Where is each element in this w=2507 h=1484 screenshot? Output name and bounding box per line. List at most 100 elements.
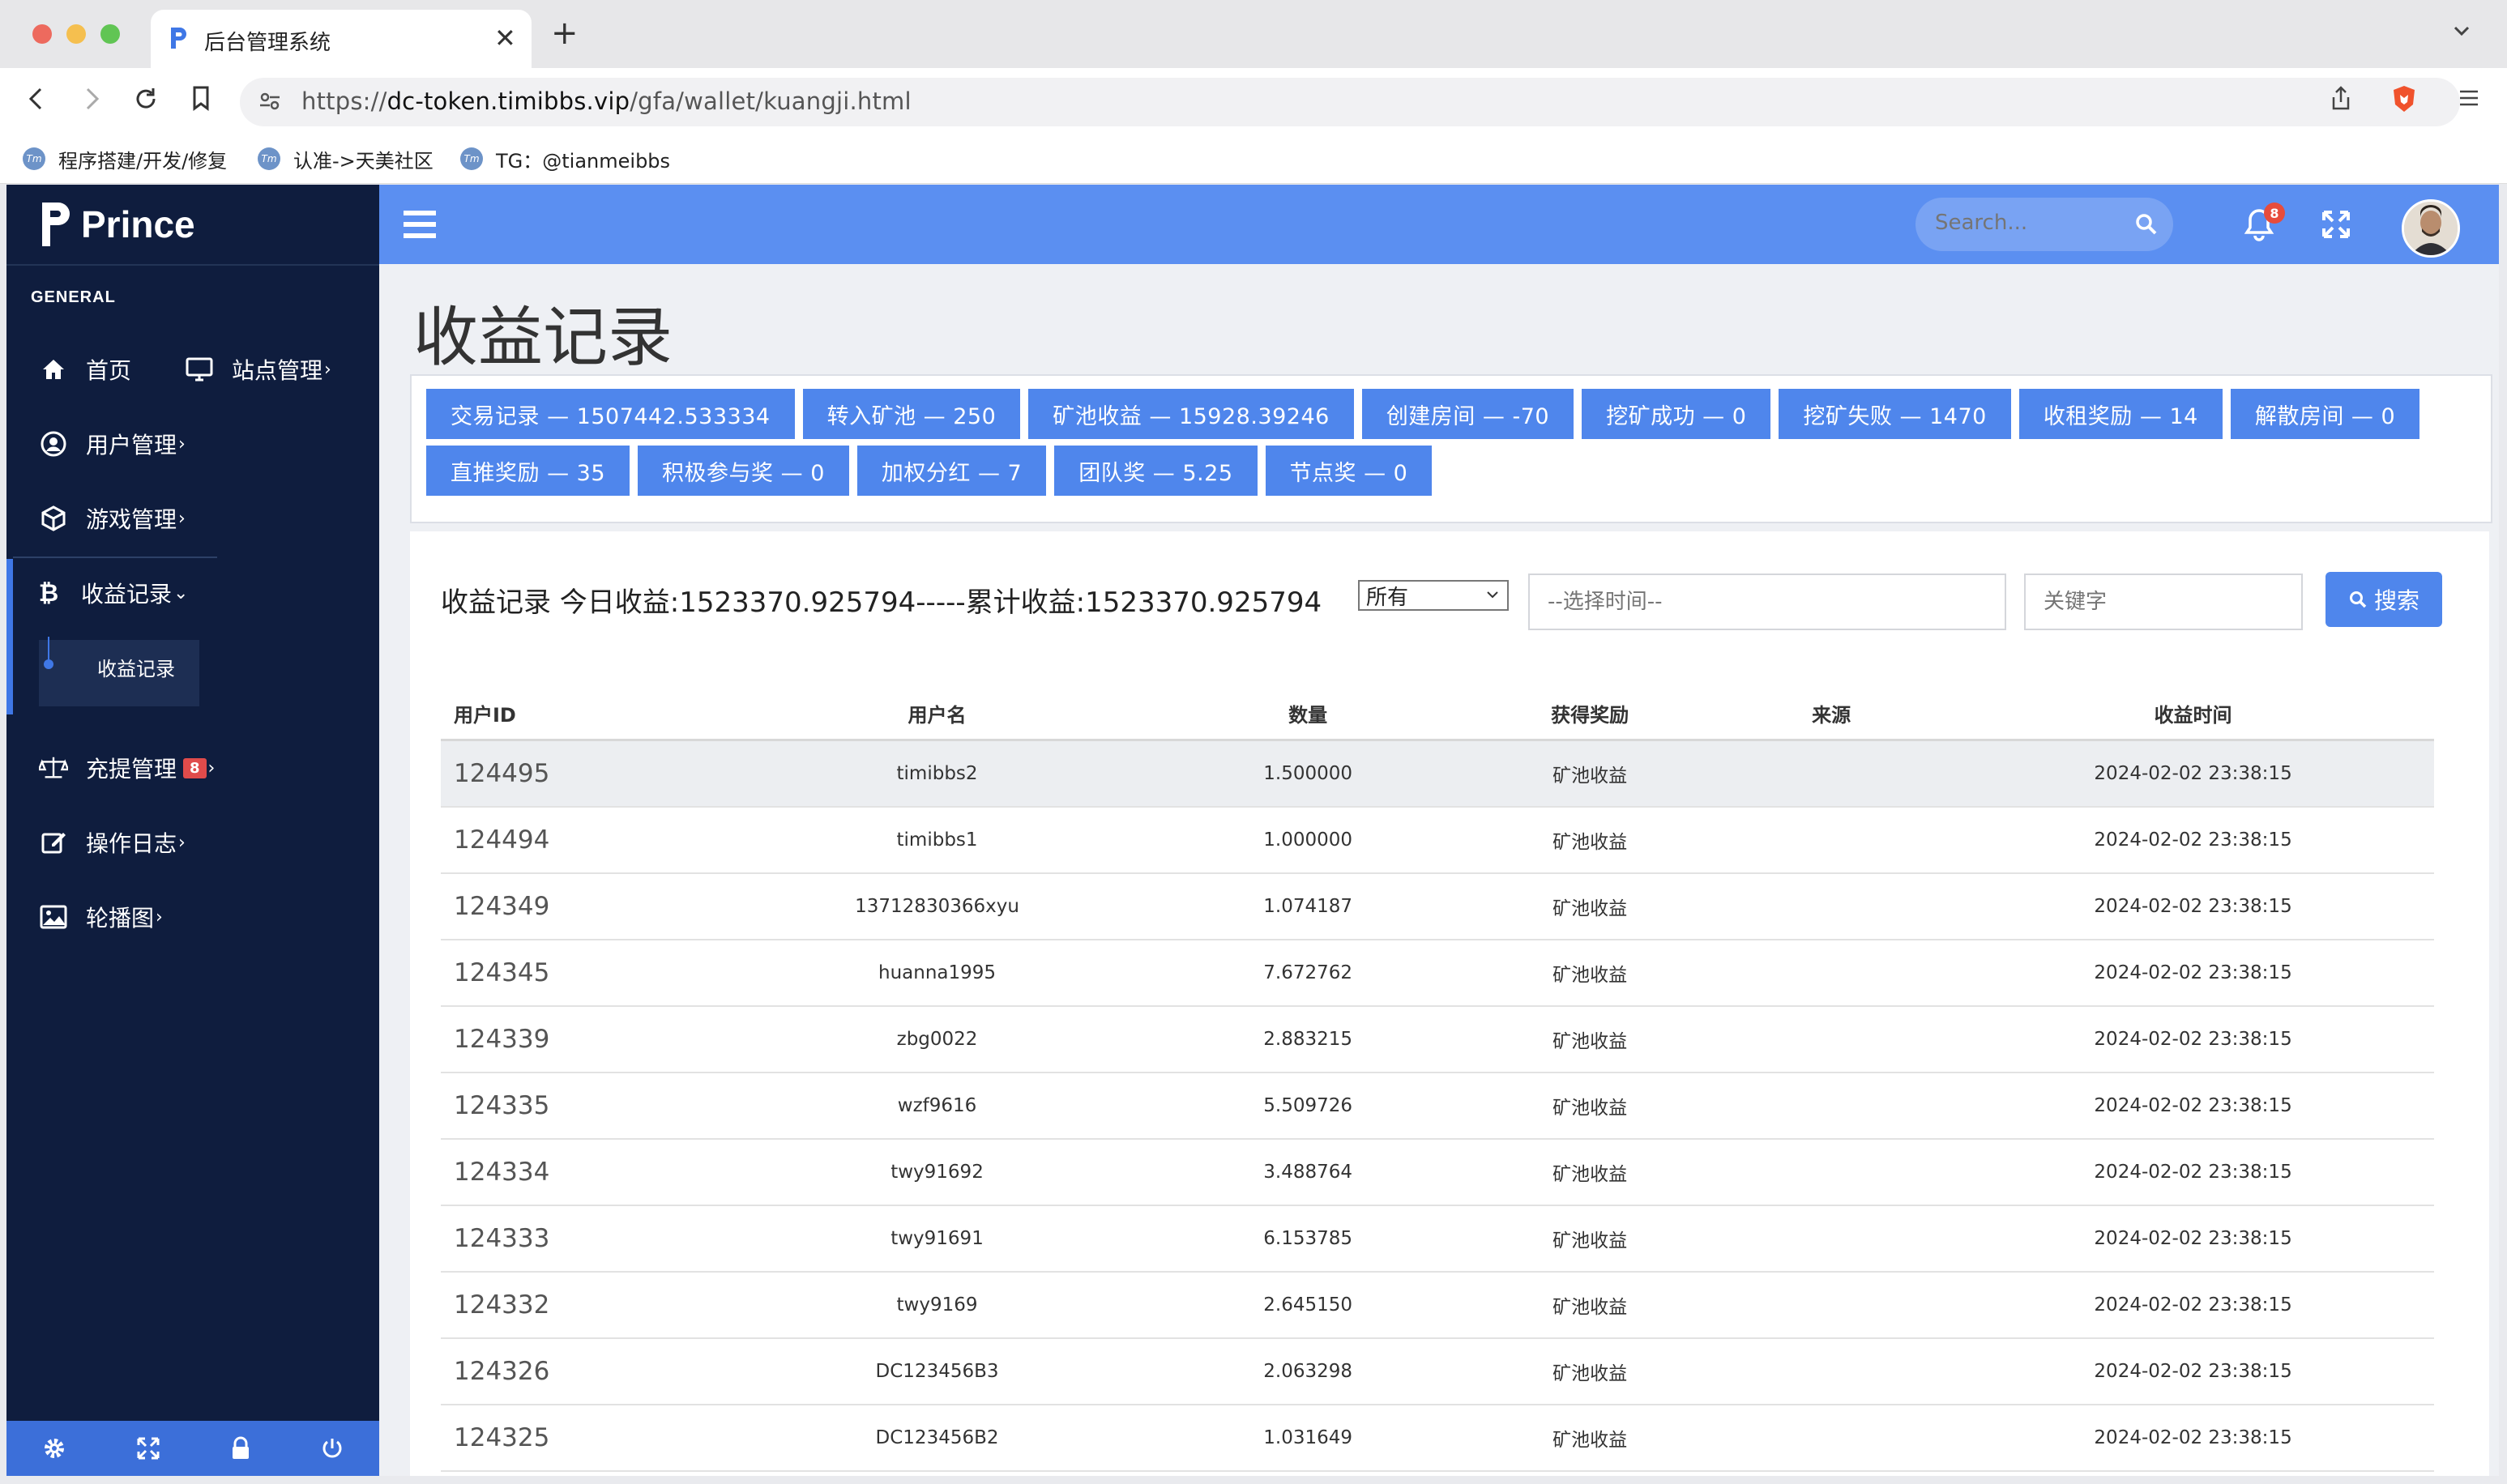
amount-cell: 2.883215 (1147, 1006, 1470, 1073)
amount-cell: 7.672762 (1147, 940, 1470, 1007)
category-tag[interactable]: 挖矿成功 — 0 (1582, 389, 1771, 439)
maximize-window-button[interactable] (100, 24, 120, 44)
back-icon[interactable] (24, 84, 50, 113)
table-row[interactable]: 124332 twy9169 2.645150 矿池收益 2024-02-02 23:3… (441, 1272, 2434, 1339)
table-row[interactable]: 124333 twy91691 6.153785 矿池收益 2024-02-02 23:… (441, 1205, 2434, 1273)
table-row[interactable]: 124325 DC123456B2 1.031649 矿池收益 2024-02-02 2… (441, 1405, 2434, 1472)
fullscreen-toggle-icon[interactable] (2321, 209, 2351, 240)
minimize-window-button[interactable] (66, 24, 86, 44)
bookmark-item-telegram[interactable]: Tm TG：@tianmeibbs (460, 143, 670, 175)
category-tag[interactable]: 直推奖励 — 35 (426, 446, 630, 496)
user-id-cell: 124326 (441, 1338, 728, 1405)
category-tag[interactable]: 积极参与奖 — 0 (638, 446, 849, 496)
category-tag[interactable]: 团队奖 — 5.25 (1054, 446, 1258, 496)
category-tag[interactable]: 收租奖励 — 14 (2018, 389, 2223, 439)
column-header[interactable]: 收益时间 (1952, 687, 2434, 741)
search-input[interactable] (1935, 211, 2129, 235)
bookmark-item-community[interactable]: Tm 认准->天美社区 (258, 143, 433, 175)
source-cell (1710, 1006, 1953, 1073)
user-avatar[interactable] (2402, 199, 2460, 258)
time-cell: 2024-02-02 23:38:15 (1952, 807, 2434, 874)
brave-shield-icon[interactable] (2390, 84, 2418, 113)
url-text[interactable]: https://dc-token.timibbs.vip/gfa/wallet/… (301, 87, 912, 115)
close-tab-icon[interactable]: ✕ (494, 23, 516, 53)
settings-gear-icon[interactable] (41, 1435, 67, 1461)
sidebar-item-label: 收益记录 (81, 581, 173, 608)
category-tag[interactable]: 加权分红 — 7 (856, 446, 1047, 496)
username-cell: huanna1995 (727, 940, 1147, 1007)
sidebar-item-income[interactable]: ₿ 收益记录 ⌄ (34, 577, 189, 609)
table-row[interactable]: 124339 zbg0022 2.883215 矿池收益 2024-02-02 23:3… (441, 1006, 2434, 1073)
hamburger-menu-icon[interactable] (402, 209, 438, 240)
table-row[interactable]: 124335 wzf9616 5.509726 矿池收益 2024-02-02 23:3… (441, 1072, 2434, 1140)
bookmark-label: 认准->天美社区 (293, 149, 433, 173)
column-header[interactable]: 获得奖励 (1469, 687, 1711, 741)
table-row[interactable]: 124324DC123456B11.908239矿池收益 2024-02-02 2… (441, 1471, 2434, 1476)
tab-list-chevron-icon[interactable] (2450, 19, 2473, 42)
category-tag[interactable]: 转入矿池 — 250 (802, 389, 1021, 439)
column-header[interactable]: 用户名 (727, 687, 1147, 741)
sidebar-item-label: 操作日志 (86, 830, 177, 857)
power-icon[interactable] (320, 1436, 344, 1461)
sidebar-item-carousel[interactable]: 轮播图 › (39, 901, 163, 933)
search-button[interactable]: 搜索 (2325, 572, 2442, 627)
search-button-label: 搜索 (2373, 587, 2419, 614)
table-row[interactable]: 124349 13712830366xyu 1.074187 矿池收益 2024-02-… (441, 873, 2434, 940)
reward-type-cell: 矿池收益 (1469, 1006, 1711, 1073)
sidebar-item-games[interactable]: 游戏管理 › (39, 502, 186, 535)
sidebar-item-recharge[interactable]: 充提管理 8 › (39, 752, 215, 784)
sidebar-item-logs[interactable]: 操作日志 › (39, 826, 186, 859)
category-tag[interactable]: 矿池收益 — 15928.39246 (1028, 389, 1354, 439)
column-header[interactable]: 用户ID (441, 687, 728, 741)
user-id-cell: 124349 (441, 873, 728, 940)
reward-type-cell: 矿池收益 (1469, 1072, 1711, 1140)
table-row[interactable]: 124495 timibbs2 1.500000 矿池收益 2024-02-02 23:… (441, 740, 2434, 808)
column-header[interactable]: 数量 (1147, 687, 1470, 741)
category-tag[interactable]: 解散房间 — 0 (2230, 389, 2420, 439)
amount-cell: 5.509726 (1147, 1072, 1470, 1140)
close-window-button[interactable] (32, 24, 52, 44)
category-tag[interactable]: 节点奖 — 0 (1265, 446, 1433, 496)
source-cell (1710, 940, 1953, 1007)
sidebar-item-site[interactable]: 站点管理 › (185, 353, 331, 386)
share-icon[interactable] (2329, 84, 2353, 113)
amount-cell: 2.063298 (1147, 1338, 1470, 1405)
lock-icon[interactable] (230, 1436, 251, 1461)
reward-type-cell: 矿池收益 (1469, 873, 1711, 940)
new-tab-icon[interactable]: + (551, 15, 579, 52)
date-range-input[interactable] (1528, 574, 2006, 630)
reward-type-cell: 矿池收益 (1469, 1205, 1711, 1273)
amount-cell: 1.500000 (1147, 740, 1470, 808)
table-row[interactable]: 124326 DC123456B3 2.063298 矿池收益 2024-02-02 2… (441, 1338, 2434, 1405)
site-settings-icon[interactable] (258, 89, 282, 113)
brand-name[interactable]: Prince (81, 203, 195, 246)
top-header: 8 (379, 185, 2499, 264)
category-tag[interactable]: 创建房间 — -70 (1361, 389, 1574, 439)
user-id-cell: 124345 (441, 940, 728, 1007)
menu-icon[interactable] (2457, 86, 2481, 110)
column-header[interactable]: 来源 (1710, 687, 1953, 741)
search-icon[interactable] (2134, 212, 2159, 237)
bookmark-item-dev[interactable]: Tm 程序搭建/开发/修复 (23, 143, 227, 175)
chevron-right-icon: › (207, 757, 216, 778)
category-tag[interactable]: 挖矿失败 — 1470 (1779, 389, 2011, 439)
amount-cell: 1.000000 (1147, 807, 1470, 874)
table-row[interactable]: 124334 twy91692 3.488764 矿池收益 2024-02-02 23:… (441, 1139, 2434, 1206)
table-row[interactable]: 124345 huanna1995 7.672762 矿池收益 2024-02-02 2… (441, 940, 2434, 1007)
sidebar-item-home[interactable]: 首页 (39, 353, 131, 386)
category-tag[interactable]: 交易记录 — 1507442.533334 (426, 389, 795, 439)
forward-icon[interactable] (78, 84, 104, 113)
sidebar-item-users[interactable]: 用户管理 › (39, 428, 186, 460)
category-tag-panel: 交易记录 — 1507442.533334 转入矿池 — 250 矿池收益 — 15… (410, 374, 2492, 523)
username-cell: twy9169 (727, 1272, 1147, 1339)
time-cell: 2024-02-02 23:38:15 (1952, 1006, 2434, 1073)
fullscreen-icon[interactable] (136, 1436, 160, 1461)
monitor-icon (185, 355, 214, 384)
bookmark-icon[interactable] (190, 84, 212, 113)
type-filter-select[interactable]: 所有 (1358, 580, 1509, 611)
table-row[interactable]: 124494 timibbs1 1.000000 矿池收益 2024-02-02 23:… (441, 807, 2434, 874)
reload-icon[interactable] (131, 84, 160, 113)
keyword-input[interactable] (2024, 574, 2303, 630)
browser-tab[interactable]: 后台管理系统 ✕ (151, 10, 532, 68)
user-id-cell: 124495 (441, 740, 728, 808)
